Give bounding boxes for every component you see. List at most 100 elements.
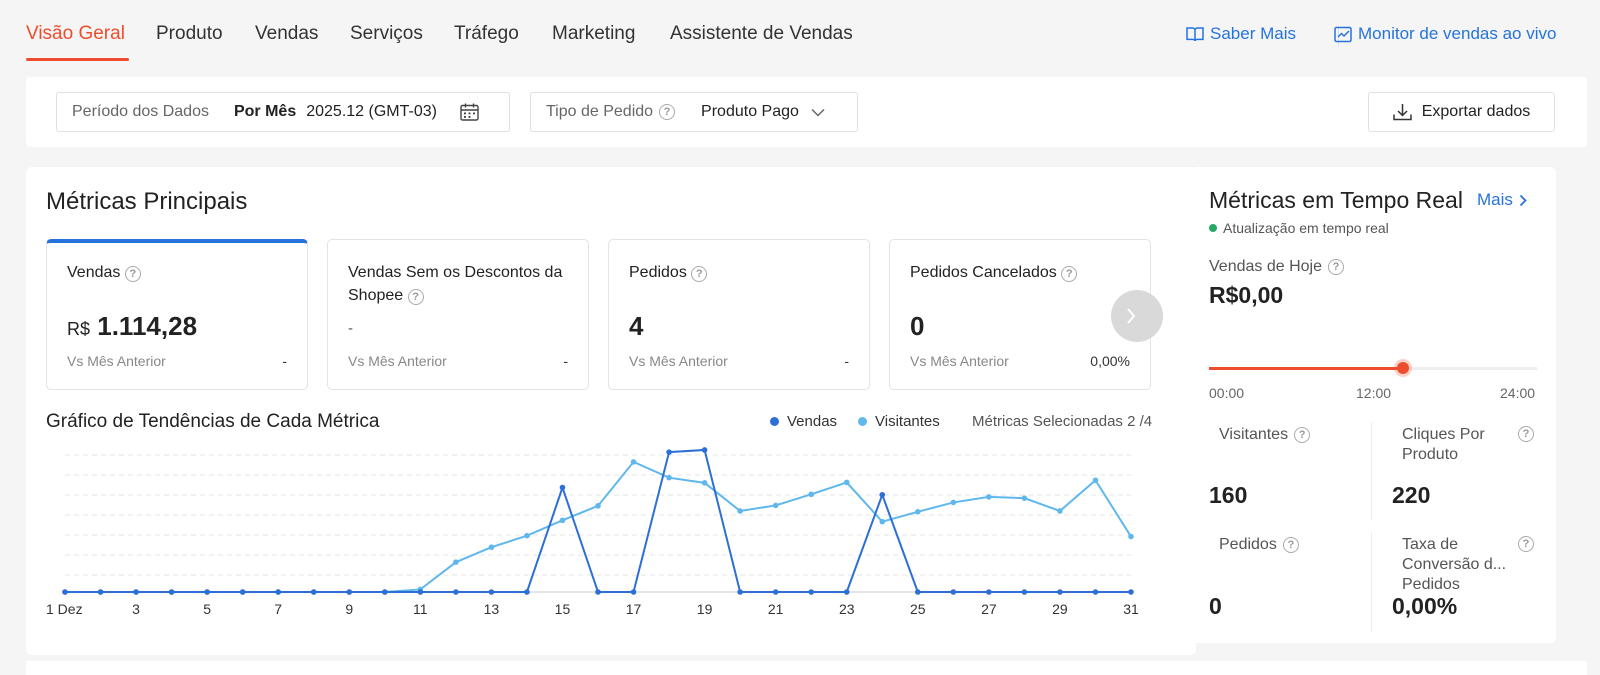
compare-label: Vs Mês Anterior — [910, 353, 1009, 369]
timeline-progress — [1209, 367, 1403, 370]
chevron-down-icon — [811, 108, 825, 117]
main-metrics-title: Métricas Principais — [46, 188, 248, 215]
metric-title: Vendas — [67, 264, 121, 281]
data-point-vendas — [62, 589, 68, 595]
tab-produto[interactable]: Produto — [156, 23, 223, 45]
period-selector[interactable]: Período dos Dados Por Mês 2025.12 (GMT-0… — [56, 92, 510, 132]
x-tick-label: 15 — [555, 601, 571, 617]
selected-metrics-link[interactable]: Métricas Selecionadas 2 /4 — [972, 413, 1152, 430]
tab-vendas[interactable]: Vendas — [255, 23, 318, 45]
today-sales-label-row: Vendas de Hoje ? — [1209, 257, 1344, 277]
currency-symbol: R$ — [67, 319, 91, 339]
data-point-vendas — [808, 589, 814, 595]
data-point-vendas — [595, 589, 601, 595]
x-tick-label: 13 — [484, 601, 500, 617]
x-tick-label: 9 — [345, 601, 353, 617]
help-icon[interactable]: ? — [1327, 259, 1344, 275]
help-icon[interactable]: ? — [1282, 537, 1299, 553]
data-point-vendas — [772, 589, 779, 595]
x-tick-label: 3 — [132, 601, 140, 617]
clicks-label-line: Cliques Por — [1402, 426, 1485, 443]
series-line-vendas — [65, 448, 1131, 593]
compare-value: - — [563, 353, 568, 369]
compare-label: Vs Mês Anterior — [348, 353, 447, 369]
trend-chart-title: Gráfico de Tendências de Cada Métrica — [46, 411, 380, 432]
data-point-vendas — [382, 589, 388, 595]
tab-trafego[interactable]: Tráfego — [454, 23, 519, 45]
timeline-tick: 00:00 — [1209, 385, 1245, 401]
tab-visao-geral[interactable]: Visão Geral — [26, 23, 125, 45]
clicks-label: Cliques Por Produto — [1402, 425, 1485, 465]
timeline-marker — [1396, 362, 1409, 374]
metric-value: 0 — [910, 311, 925, 341]
orders-value: 0 — [1209, 593, 1222, 619]
metric-value: R$ 1.114,28 — [67, 311, 197, 342]
data-point-vendas — [1128, 589, 1134, 595]
metric-card-pedidos[interactable]: Pedidos ? 4 Vs Mês Anterior - — [608, 239, 870, 390]
legend-item-vendas[interactable]: Vendas — [770, 413, 837, 430]
help-icon[interactable]: ? — [407, 289, 424, 305]
data-point-vendas — [310, 589, 317, 595]
period-mode: Por Mês — [233, 103, 297, 120]
data-point-vendas — [204, 589, 210, 595]
data-point-visitantes — [915, 509, 921, 515]
tab-assistente-de-vendas[interactable]: Assistente de Vendas — [670, 23, 853, 45]
help-icon[interactable]: ? — [124, 266, 141, 282]
x-tick-label: 27 — [981, 601, 997, 617]
clicks-label-line: Produto — [1402, 446, 1459, 463]
data-point-visitantes — [524, 532, 530, 539]
metric-title: Pedidos Cancelados — [910, 264, 1057, 281]
data-point-visitantes — [950, 499, 957, 506]
conversion-label-line: Conversão d... — [1402, 556, 1507, 573]
learn-more-link[interactable]: Saber Mais — [1186, 24, 1296, 44]
data-point-vendas — [488, 589, 495, 595]
order-type-selector[interactable]: Tipo de Pedido ? Produto Pago — [530, 92, 858, 132]
learn-more-label: Saber Mais — [1210, 24, 1296, 43]
conversion-label-line: Taxa de — [1402, 536, 1459, 553]
conversion-value: 0,00% — [1392, 593, 1458, 619]
divider — [1371, 422, 1372, 520]
legend-label: Vendas — [787, 413, 838, 430]
tab-marketing[interactable]: Marketing — [552, 23, 635, 45]
data-point-visitantes — [808, 491, 814, 498]
export-data-button[interactable]: Exportar dados — [1368, 92, 1555, 132]
x-tick-label: 1 Dez — [46, 601, 83, 617]
live-monitor-link[interactable]: Monitor de vendas ao vivo — [1334, 24, 1556, 44]
more-link[interactable]: Mais — [1477, 190, 1527, 210]
metric-card-vendas-sem-descontos[interactable]: Vendas Sem os Descontos da Shopee ? - Vs… — [327, 239, 589, 390]
metric-title-row: Vendas Sem os Descontos da Shopee ? — [348, 261, 568, 307]
clicks-value: 220 — [1392, 482, 1431, 508]
help-icon[interactable]: ? — [1518, 536, 1534, 552]
timeline-tick: 24:00 — [1500, 385, 1536, 401]
data-point-vendas — [879, 491, 886, 498]
legend-item-visitantes[interactable]: Visitantes — [858, 413, 940, 430]
metric-title: Vendas Sem os Descontos da Shopee — [348, 264, 563, 304]
more-label: Mais — [1477, 190, 1513, 209]
help-icon[interactable]: ? — [659, 104, 676, 120]
data-point-visitantes — [1128, 533, 1134, 540]
metric-value: - — [348, 320, 353, 337]
data-point-visitantes — [986, 494, 992, 500]
help-icon[interactable]: ? — [1061, 266, 1078, 282]
help-icon[interactable]: ? — [691, 266, 708, 282]
period-label: Período dos Dados — [72, 103, 209, 120]
metric-value-number: 1.114,28 — [97, 311, 198, 341]
data-point-vendas — [453, 589, 459, 595]
chart-monitor-icon — [1334, 26, 1352, 42]
metric-card-vendas[interactable]: Vendas ? R$ 1.114,28 Vs Mês Anterior - — [46, 239, 308, 390]
tab-servicos[interactable]: Serviços — [350, 23, 423, 45]
data-point-vendas — [1092, 589, 1099, 595]
data-point-vendas — [666, 449, 672, 455]
data-point-visitantes — [453, 559, 459, 565]
visitors-label: Visitantes — [1219, 426, 1289, 443]
help-icon[interactable]: ? — [1518, 426, 1534, 442]
divider — [1371, 532, 1372, 632]
metric-title-row: Vendas ? — [67, 261, 287, 284]
live-monitor-label: Monitor de vendas ao vivo — [1358, 24, 1557, 43]
active-tab-indicator — [26, 58, 129, 61]
data-point-visitantes — [1057, 508, 1063, 514]
legend-label: Visitantes — [875, 413, 940, 430]
help-icon[interactable]: ? — [1294, 427, 1311, 443]
data-point-visitantes — [1021, 495, 1028, 501]
metrics-next-button[interactable] — [1111, 290, 1163, 342]
